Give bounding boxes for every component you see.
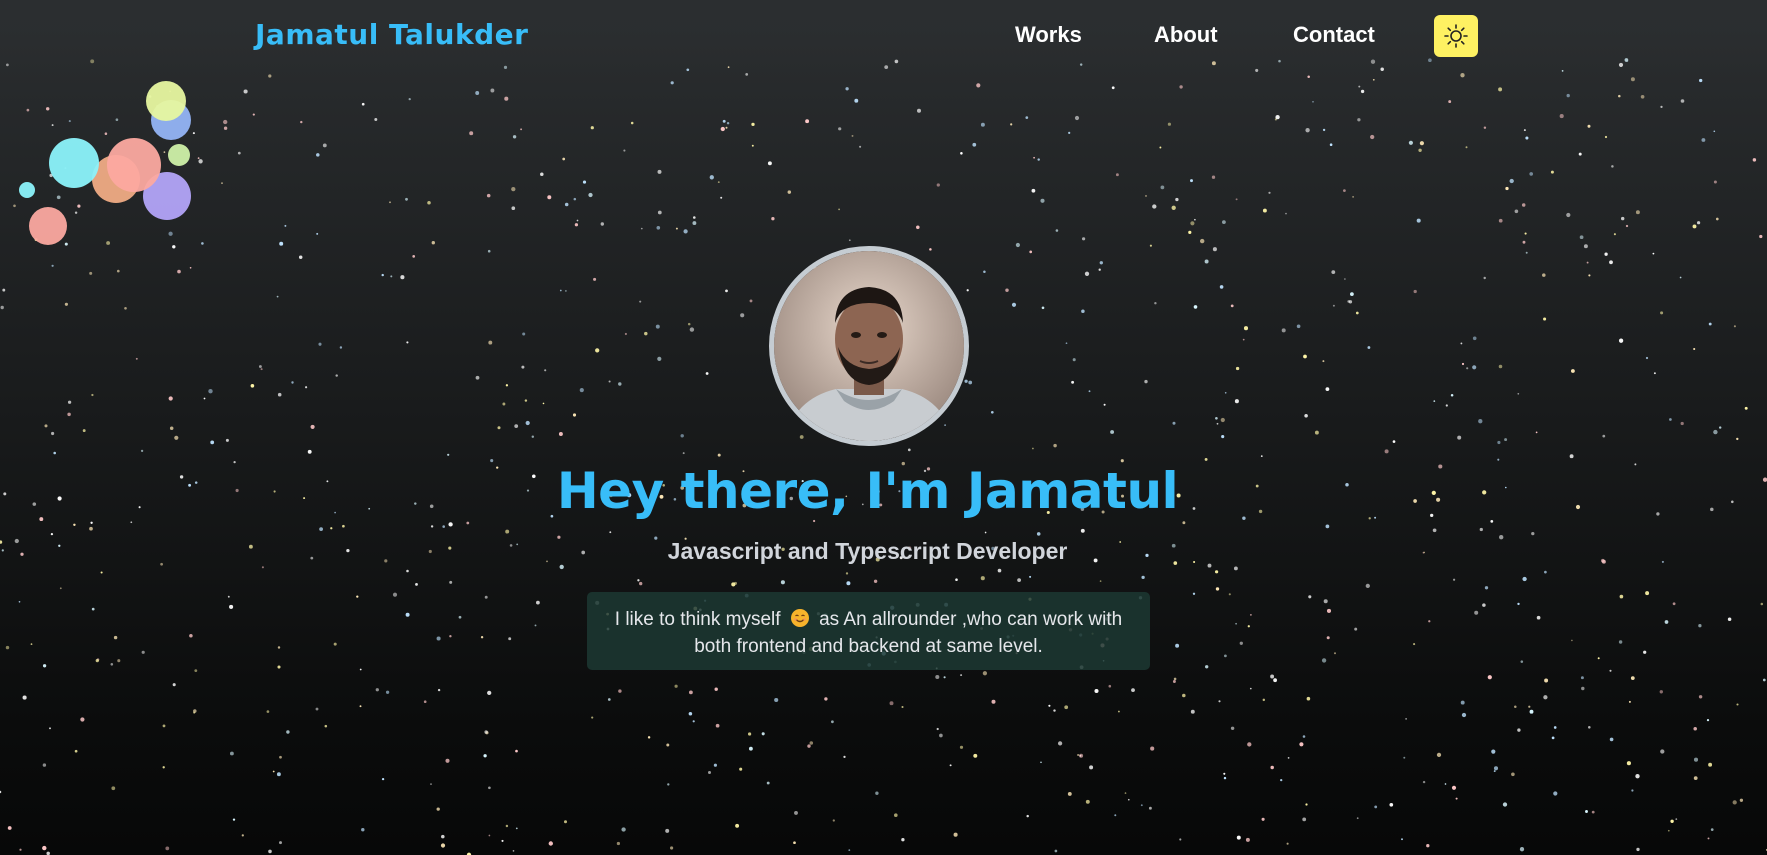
sun-icon: [1444, 24, 1468, 48]
smiling-face-icon: [790, 609, 809, 627]
nav-link-works[interactable]: Works: [1015, 22, 1082, 48]
hero-subtitle: Javascript and Typescript Developer: [667, 538, 1068, 564]
profile-avatar: [769, 246, 969, 446]
profile-photo: [774, 251, 964, 441]
nav-link-contact[interactable]: Contact: [1293, 22, 1375, 48]
bio-card: I like to think myself as An allrounder …: [587, 592, 1150, 670]
hero-title: Hey there, I'm Jamatul: [556, 462, 1179, 520]
nav-link-about[interactable]: About: [1154, 22, 1218, 48]
theme-toggle-button[interactable]: [1434, 15, 1478, 57]
decorative-bubbles: [19, 81, 191, 245]
brand-logo-link[interactable]: Jamatul Talukder: [255, 18, 528, 51]
top-navbar: Jamatul Talukder Works About Contact: [0, 0, 1767, 78]
bio-text-start: I like to think myself: [614, 609, 781, 630]
